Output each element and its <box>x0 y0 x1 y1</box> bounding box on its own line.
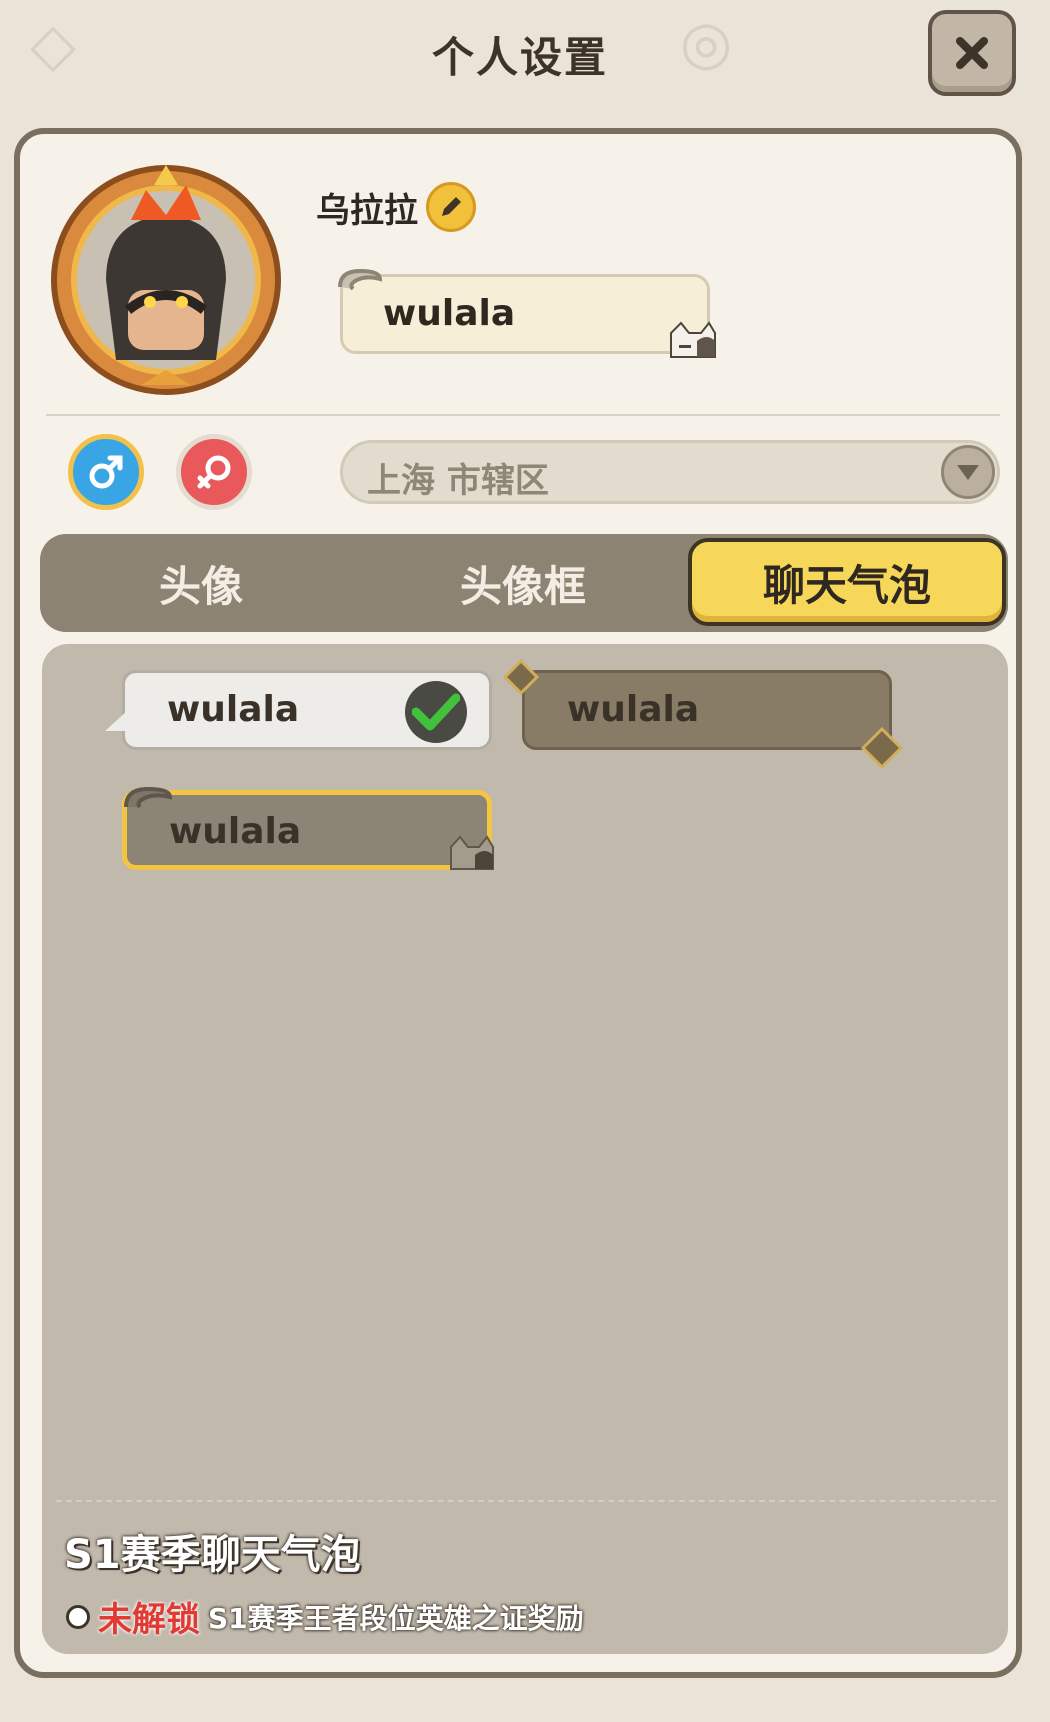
edit-nickname-button[interactable] <box>426 182 476 232</box>
pencil-icon <box>442 197 461 216</box>
lock-status: 未解锁 <box>98 1600 200 1640</box>
tab-avatar-frame[interactable]: 头像框 <box>362 534 684 632</box>
close-button[interactable] <box>928 10 1016 96</box>
chevron-down-icon <box>957 465 979 480</box>
cat-icon <box>670 321 716 358</box>
swirl-icon <box>338 268 383 291</box>
bubble-tail <box>105 711 127 731</box>
chat-bubble-preview: wulala <box>338 268 716 358</box>
gender-female-button[interactable] <box>176 434 252 510</box>
bubble-name: S1赛季聊天气泡 <box>64 1532 361 1578</box>
status-dot-icon <box>66 1604 90 1629</box>
diamond-icon <box>861 727 903 769</box>
gender-male-button[interactable] <box>68 434 144 510</box>
diamond-icon <box>503 659 539 695</box>
dashed-separator <box>56 1500 996 1502</box>
equipped-check-icon <box>405 681 467 743</box>
region-value: 上海 市辖区 <box>367 461 549 501</box>
requirement-text: S1赛季王者段位英雄之证奖励 <box>208 1601 584 1635</box>
settings-panel: 乌拉拉 wulala 上海 市辖区 头像 头像框 聊天气泡 wulala wul… <box>14 128 1022 1678</box>
bubble-grid: wulala wulala wulala S1赛季聊天气泡 未解锁 S1赛季王者… <box>42 644 1008 1654</box>
tab-chat-bubble[interactable]: 聊天气泡 <box>688 538 1006 626</box>
unlock-requirement: 未解锁 S1赛季王者段位英雄之证奖励 <box>66 1592 584 1641</box>
cat-icon <box>450 835 494 870</box>
male-symbol-icon <box>89 455 123 489</box>
nickname: 乌拉拉 <box>316 190 418 231</box>
bubble-option-text: wulala <box>567 689 700 730</box>
avatar[interactable] <box>46 160 286 400</box>
page-title: 个人设置 <box>431 33 608 82</box>
bubble-option-cat[interactable]: wulala <box>122 786 494 870</box>
bubble-option-plain[interactable]: wulala <box>105 670 492 750</box>
bubble-option-diamond[interactable]: wulala <box>503 659 903 769</box>
close-icon <box>956 37 988 69</box>
region-select[interactable]: 上海 市辖区 <box>340 440 1000 504</box>
nickname-row: 乌拉拉 <box>316 182 476 232</box>
divider <box>46 414 1000 416</box>
preview-bubble-text: wulala <box>383 293 516 334</box>
dropdown-button[interactable] <box>941 445 995 499</box>
swirl-icon <box>124 786 173 809</box>
female-symbol-icon <box>197 455 231 489</box>
bubble-option-text: wulala <box>167 689 300 730</box>
tab-bar: 头像 头像框 聊天气泡 <box>40 534 1008 632</box>
bubble-option-text: wulala <box>169 811 302 852</box>
tab-avatar[interactable]: 头像 <box>40 534 362 632</box>
